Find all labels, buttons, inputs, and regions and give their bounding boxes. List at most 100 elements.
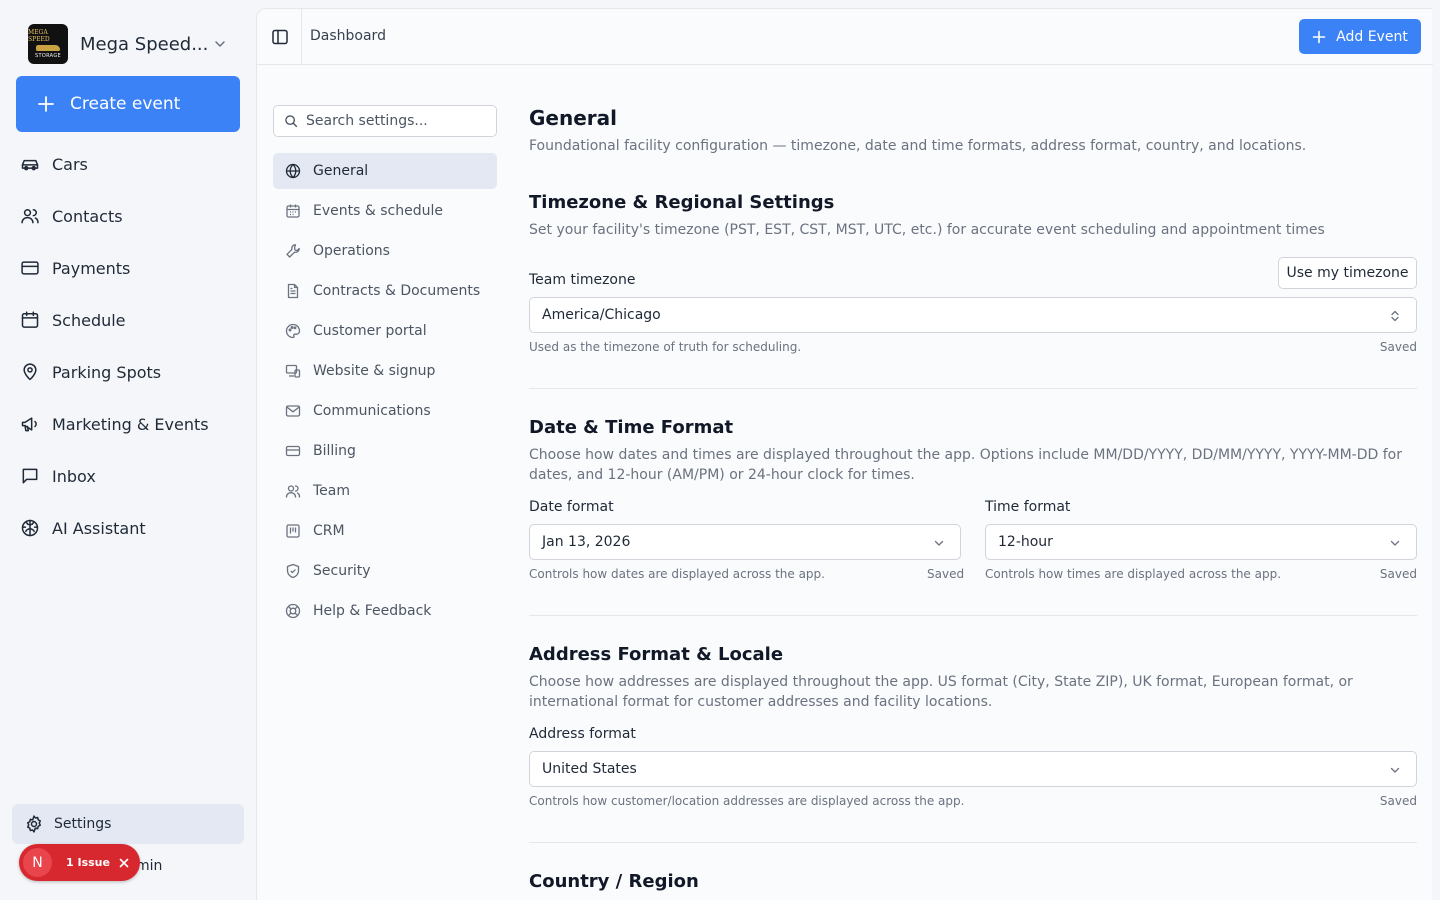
mail-icon bbox=[285, 405, 301, 417]
settings-nav-security[interactable]: Security bbox=[273, 553, 497, 589]
chevron-down-icon bbox=[1390, 767, 1400, 773]
timezone-select[interactable]: America/Chicago bbox=[529, 297, 1417, 333]
chevron-down-icon bbox=[1390, 540, 1400, 546]
date-format-help-text: Controls how dates are displayed across … bbox=[529, 567, 825, 581]
date-format-saved-status: Saved bbox=[927, 567, 965, 581]
credit-card-icon bbox=[285, 445, 301, 457]
settings-nav-label: Contracts & Documents bbox=[313, 283, 481, 299]
issue-avatar: N bbox=[23, 848, 52, 877]
settings-nav-events-schedule[interactable]: Events & schedule bbox=[273, 193, 497, 229]
main-panel: Dashboard Add Event General Events & sch… bbox=[256, 8, 1433, 900]
nav-label-contacts: Contacts bbox=[52, 206, 123, 226]
wrench-icon bbox=[286, 244, 300, 258]
calendar-icon bbox=[21, 311, 39, 328]
add-event-label: Add Event bbox=[1336, 28, 1408, 45]
sidebar-toggle-icon[interactable] bbox=[271, 28, 289, 46]
nav-item-ai-assistant[interactable]: AI Assistant bbox=[20, 514, 240, 542]
message-square-icon bbox=[22, 468, 38, 484]
settings-nav-label: Customer portal bbox=[313, 323, 427, 339]
nav-item-contacts[interactable]: Contacts bbox=[20, 202, 240, 230]
nav-item-parking-spots[interactable]: Parking Spots bbox=[20, 358, 240, 386]
page-subtitle: Foundational facility configuration — ti… bbox=[529, 138, 1307, 154]
nav-item-cars[interactable]: Cars bbox=[20, 150, 240, 178]
nav-label-cars: Cars bbox=[52, 154, 88, 174]
workspace-switcher[interactable]: MEGA SPEED STORAGE Mega Speed... bbox=[28, 24, 240, 64]
topbar-divider bbox=[301, 9, 302, 65]
megaphone-icon bbox=[21, 417, 37, 432]
top-bar: Dashboard Add Event bbox=[257, 9, 1433, 65]
settings-search-field[interactable] bbox=[273, 105, 497, 137]
file-text-icon bbox=[287, 283, 299, 299]
settings-nav-operations[interactable]: Operations bbox=[273, 233, 497, 269]
section-divider bbox=[529, 615, 1417, 616]
plus-icon bbox=[1312, 30, 1326, 43]
settings-nav-billing[interactable]: Billing bbox=[273, 433, 497, 469]
settings-nav-customer-portal[interactable]: Customer portal bbox=[273, 313, 497, 349]
chevron-down-icon bbox=[215, 41, 225, 47]
timezone-help-text: Used as the timezone of truth for schedu… bbox=[529, 340, 802, 354]
date-format-select[interactable]: Jan 13, 2026 bbox=[529, 524, 961, 560]
nav-label-payments: Payments bbox=[52, 258, 131, 278]
settings-nav-website-signup[interactable]: Website & signup bbox=[273, 353, 497, 389]
settings-nav-general[interactable]: General bbox=[273, 153, 497, 189]
time-format-select[interactable]: 12-hour bbox=[985, 524, 1417, 560]
nav-item-schedule[interactable]: Schedule bbox=[20, 306, 240, 334]
country-section-title: Country / Region bbox=[529, 871, 699, 892]
settings-nav-contracts-documents[interactable]: Contracts & Documents bbox=[273, 273, 497, 309]
shield-icon bbox=[286, 563, 300, 579]
map-pin-icon bbox=[23, 363, 37, 381]
workspace-name: Mega Speed... bbox=[80, 33, 209, 55]
brain-icon bbox=[21, 519, 39, 537]
nav-item-marketing-events[interactable]: Marketing & Events bbox=[20, 410, 240, 438]
settings-nav-label: CRM bbox=[313, 523, 345, 539]
nav-item-payments[interactable]: Payments bbox=[20, 254, 240, 282]
settings-nav-label: General bbox=[313, 163, 369, 179]
logo-car-shape bbox=[36, 45, 60, 51]
settings-nav-team[interactable]: Team bbox=[273, 473, 497, 509]
settings-nav-label: Security bbox=[313, 563, 371, 579]
users-icon bbox=[285, 485, 301, 498]
nav-label-parking-spots: Parking Spots bbox=[52, 362, 162, 382]
time-format-saved-status: Saved bbox=[1379, 567, 1417, 581]
datetime-section-title: Date & Time Format bbox=[529, 417, 734, 438]
settings-nav-help-feedback[interactable]: Help & Feedback bbox=[273, 593, 497, 629]
create-event-label: Create event bbox=[70, 94, 181, 114]
devices-icon bbox=[285, 364, 301, 378]
close-icon[interactable] bbox=[118, 857, 130, 869]
issue-count-label: 1 Issue bbox=[66, 856, 110, 869]
page-title: General bbox=[529, 106, 617, 130]
address-section-title: Address Format & Locale bbox=[529, 644, 784, 665]
search-icon bbox=[285, 115, 298, 128]
timezone-section-description: Set your facility's timezone (PST, EST, … bbox=[529, 222, 1325, 238]
nav-label-inbox: Inbox bbox=[52, 466, 96, 486]
add-event-button[interactable]: Add Event bbox=[1299, 19, 1421, 54]
columns-icon bbox=[286, 524, 300, 538]
issues-badge[interactable]: N 1 Issue bbox=[19, 844, 140, 881]
logo-bottom-text: STORAGE bbox=[35, 53, 61, 59]
settings-search-input[interactable] bbox=[306, 113, 486, 129]
car-icon bbox=[21, 159, 39, 171]
time-format-label: Time format bbox=[985, 499, 1071, 515]
use-my-timezone-button[interactable]: Use my timezone bbox=[1278, 257, 1417, 289]
settings-label: Settings bbox=[54, 816, 112, 832]
app-sidebar: MEGA SPEED STORAGE Mega Speed... Create … bbox=[0, 0, 256, 900]
date-format-value: Jan 13, 2026 bbox=[542, 534, 631, 550]
datetime-section-description: Choose how dates and times are displayed… bbox=[529, 447, 1402, 483]
settings-nav-label: Billing bbox=[313, 443, 356, 459]
nav-label-ai-assistant: AI Assistant bbox=[52, 518, 146, 538]
address-format-value: United States bbox=[542, 761, 637, 777]
breadcrumb[interactable]: Dashboard bbox=[310, 28, 386, 44]
globe-icon bbox=[285, 163, 301, 179]
palette-icon bbox=[285, 323, 301, 339]
settings-nav-label: Website & signup bbox=[313, 363, 436, 379]
nav-item-settings[interactable]: Settings bbox=[12, 804, 244, 844]
timezone-section-title: Timezone & Regional Settings bbox=[529, 192, 835, 213]
time-format-help-text: Controls how times are displayed across … bbox=[985, 567, 1282, 581]
settings-nav-crm[interactable]: CRM bbox=[273, 513, 497, 549]
settings-nav-communications[interactable]: Communications bbox=[273, 393, 497, 429]
address-format-select[interactable]: United States bbox=[529, 751, 1417, 787]
settings-nav-label: Operations bbox=[313, 243, 390, 259]
create-event-button[interactable]: Create event bbox=[16, 76, 240, 132]
gear-icon bbox=[27, 815, 41, 833]
nav-item-inbox[interactable]: Inbox bbox=[20, 462, 240, 490]
